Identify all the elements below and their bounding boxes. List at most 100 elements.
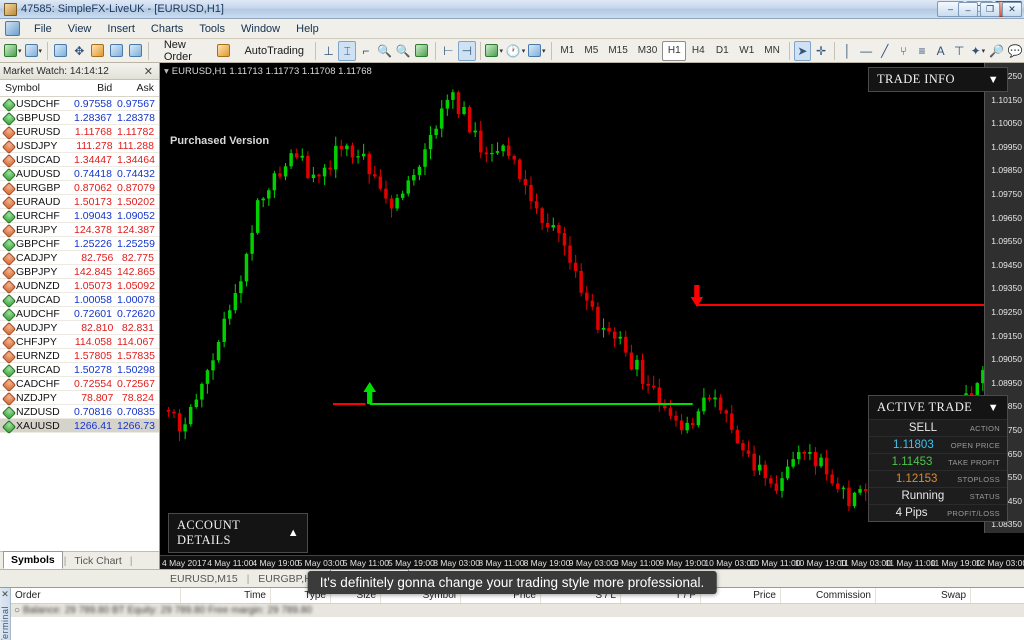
timeframe-button-m30[interactable]: M30 — [633, 41, 662, 61]
zoom-in-icon[interactable]: 🔍 — [376, 41, 394, 61]
market-watch-row[interactable]: EURCAD 1.50278 1.50298 — [0, 363, 159, 377]
strategy-tester-icon[interactable] — [126, 41, 144, 61]
navigator-icon[interactable] — [89, 41, 107, 61]
chart-area[interactable]: ▾ EURUSD,H1 1.11713 1.11773 1.11708 1.117… — [160, 63, 1024, 569]
market-watch-row[interactable]: NZDUSD 0.70816 0.70835 — [0, 405, 159, 419]
tile-windows-icon[interactable] — [413, 41, 431, 61]
channel-icon[interactable]: ≡ — [913, 41, 931, 61]
profiles-icon[interactable]: ▾ — [24, 41, 44, 61]
fibonacci-icon[interactable]: ⑂ — [895, 41, 913, 61]
chevron-down-icon[interactable]: ▼ — [988, 402, 999, 414]
auto-scroll-icon[interactable]: ⊣ — [458, 40, 476, 61]
chevron-down-icon[interactable]: ▼ — [988, 74, 999, 86]
autotrading-button[interactable]: AutoTrading — [233, 41, 311, 61]
menu-item-view[interactable]: View — [60, 21, 100, 37]
timeframe-button-d1[interactable]: D1 — [710, 41, 734, 61]
chart-shift-icon[interactable]: ⊢ — [439, 41, 457, 61]
market-watch-row[interactable]: AUDJPY 82.810 82.831 — [0, 321, 159, 335]
templates-icon[interactable]: ▾ — [527, 41, 547, 61]
menu-item-help[interactable]: Help — [288, 21, 327, 37]
market-watch-tab-tick-chart[interactable]: Tick Chart — [67, 553, 128, 569]
horizontal-line-icon[interactable]: — — [857, 41, 875, 61]
data-window-icon[interactable]: ✥ — [70, 41, 88, 61]
terminal-column-profit[interactable]: Profit — [971, 588, 1024, 603]
market-watch-row[interactable]: AUDCHF 0.72601 0.72620 — [0, 307, 159, 321]
line-chart-icon[interactable]: ⌐ — [357, 41, 375, 61]
chart-menu-icon[interactable]: ▾ — [164, 66, 169, 77]
terminal-column-swap[interactable]: Swap — [876, 588, 971, 603]
menu-item-insert[interactable]: Insert — [99, 21, 143, 37]
terminal-column-commission[interactable]: Commission — [781, 588, 876, 603]
market-watch-row[interactable]: EURAUD 1.50173 1.50202 — [0, 195, 159, 209]
child-restore-button[interactable]: ❐ — [980, 2, 1000, 17]
market-watch-row[interactable]: AUDNZD 1.05073 1.05092 — [0, 279, 159, 293]
market-watch-row[interactable]: GBPCHF 1.25226 1.25259 — [0, 237, 159, 251]
candlestick-chart-icon[interactable]: ⌶ — [338, 40, 357, 61]
market-watch-row[interactable]: EURJPY 124.378 124.387 — [0, 223, 159, 237]
terminal-column-time[interactable]: Time — [181, 588, 271, 603]
menu-item-charts[interactable]: Charts — [143, 21, 191, 37]
time-axis[interactable]: 4 May 2017 4 May 11:00 4 May 19:00 5 May 03… — [160, 555, 1024, 569]
comment-icon[interactable]: 💬 — [1006, 41, 1024, 61]
active-trade-header[interactable]: ACTIVE TRADE ▼ — [869, 396, 1007, 419]
bar-chart-icon[interactable]: ⊥ — [320, 41, 338, 61]
terminal-icon[interactable] — [108, 41, 126, 61]
trendline-icon[interactable]: ╱ — [876, 41, 894, 61]
text-icon[interactable]: A — [932, 41, 950, 61]
timeframe-button-m1[interactable]: M1 — [555, 41, 579, 61]
terminal-close-icon[interactable]: ✕ — [1, 588, 9, 600]
market-watch-tab-symbols[interactable]: Symbols — [3, 551, 63, 569]
market-watch-row[interactable]: EURCHF 1.09043 1.09052 — [0, 209, 159, 223]
timeframe-button-m15[interactable]: M15 — [603, 41, 632, 61]
trade-info-header[interactable]: TRADE INFO ▼ — [869, 68, 1007, 91]
expand-icon[interactable]: ○ — [11, 605, 23, 616]
market-watch-row[interactable]: EURGBP 0.87062 0.87079 — [0, 181, 159, 195]
timeframe-button-m5[interactable]: M5 — [579, 41, 603, 61]
new-chart-icon[interactable]: ▾ — [3, 41, 23, 61]
text-label-icon[interactable]: ⊤ — [950, 41, 968, 61]
market-watch-row[interactable]: AUDUSD 0.74418 0.74432 — [0, 167, 159, 181]
column-header-symbol[interactable]: Symbol — [0, 80, 74, 96]
market-watch-row[interactable]: EURNZD 1.57805 1.57835 — [0, 349, 159, 363]
market-watch-row[interactable]: NZDJPY 78.807 78.824 — [0, 391, 159, 405]
market-watch-row[interactable]: CADCHF 0.72554 0.72567 — [0, 377, 159, 391]
child-close-button[interactable]: ✕ — [1002, 2, 1022, 17]
timeframe-button-h4[interactable]: H4 — [686, 41, 710, 61]
market-watch-row[interactable]: CADJPY 82.756 82.775 — [0, 251, 159, 265]
timeframe-button-w1[interactable]: W1 — [734, 41, 759, 61]
table-row[interactable]: ○ Balance: 29 789.80 BT Equity: 29 789.8… — [11, 604, 1024, 617]
vertical-line-icon[interactable]: │ — [839, 41, 857, 61]
terminal-column-order[interactable]: Order — [11, 588, 181, 603]
zoom-out-icon[interactable]: 🔍 — [394, 41, 412, 61]
market-watch-close-icon[interactable]: ✕ — [141, 65, 156, 78]
account-details-header[interactable]: ACCOUNT DETAILS ▲ — [169, 514, 307, 552]
market-watch-row[interactable]: GBPUSD 1.28367 1.28378 — [0, 111, 159, 125]
child-minimize-button[interactable]: – — [958, 2, 978, 17]
trade-info-panel[interactable]: TRADE INFO ▼ — [868, 67, 1008, 92]
market-watch-row[interactable]: USDCAD 1.34447 1.34464 — [0, 153, 159, 167]
crosshair-icon[interactable]: ✛ — [812, 41, 830, 61]
market-watch-row[interactable]: EURUSD 1.11768 1.11782 — [0, 125, 159, 139]
menu-item-tools[interactable]: Tools — [191, 21, 233, 37]
metaeditor-icon[interactable] — [215, 41, 233, 61]
timeframe-button-h1[interactable]: H1 — [662, 40, 687, 61]
account-details-panel[interactable]: ACCOUNT DETAILS ▲ — [168, 513, 308, 553]
market-watch-row[interactable]: XAUUSD 1266.41 1266.73 — [0, 419, 159, 433]
menu-item-window[interactable]: Window — [233, 21, 288, 37]
cursor-icon[interactable]: ➤ — [793, 40, 812, 61]
chart-tab-eurusd-m15[interactable]: EURUSD,M15 — [162, 571, 246, 587]
active-trade-panel[interactable]: ACTIVE TRADE ▼ SELL ACTION 1.11803 OPEN PRI… — [868, 395, 1008, 522]
market-watch-row[interactable]: USDJPY 111.278 111.288 — [0, 139, 159, 153]
arrows-icon[interactable]: ✦ ▾ — [969, 41, 987, 61]
periods-icon[interactable]: 🕐 ▾ — [505, 41, 526, 61]
market-watch-row[interactable]: GBPJPY 142.845 142.865 — [0, 265, 159, 279]
magnifier-icon[interactable]: 🔎 — [988, 41, 1006, 61]
market-watch-row[interactable]: USDCHF 0.97558 0.97567 — [0, 97, 159, 111]
new-order-button[interactable]: New Order — [153, 39, 214, 63]
column-header-ask[interactable]: Ask — [117, 80, 159, 96]
indicators-icon[interactable]: ▾ — [484, 41, 504, 61]
market-watch-icon[interactable] — [52, 41, 70, 61]
chevron-up-icon[interactable]: ▲ — [288, 527, 299, 539]
market-watch-row[interactable]: CHFJPY 114.058 114.067 — [0, 335, 159, 349]
menu-item-file[interactable]: File — [26, 21, 60, 37]
